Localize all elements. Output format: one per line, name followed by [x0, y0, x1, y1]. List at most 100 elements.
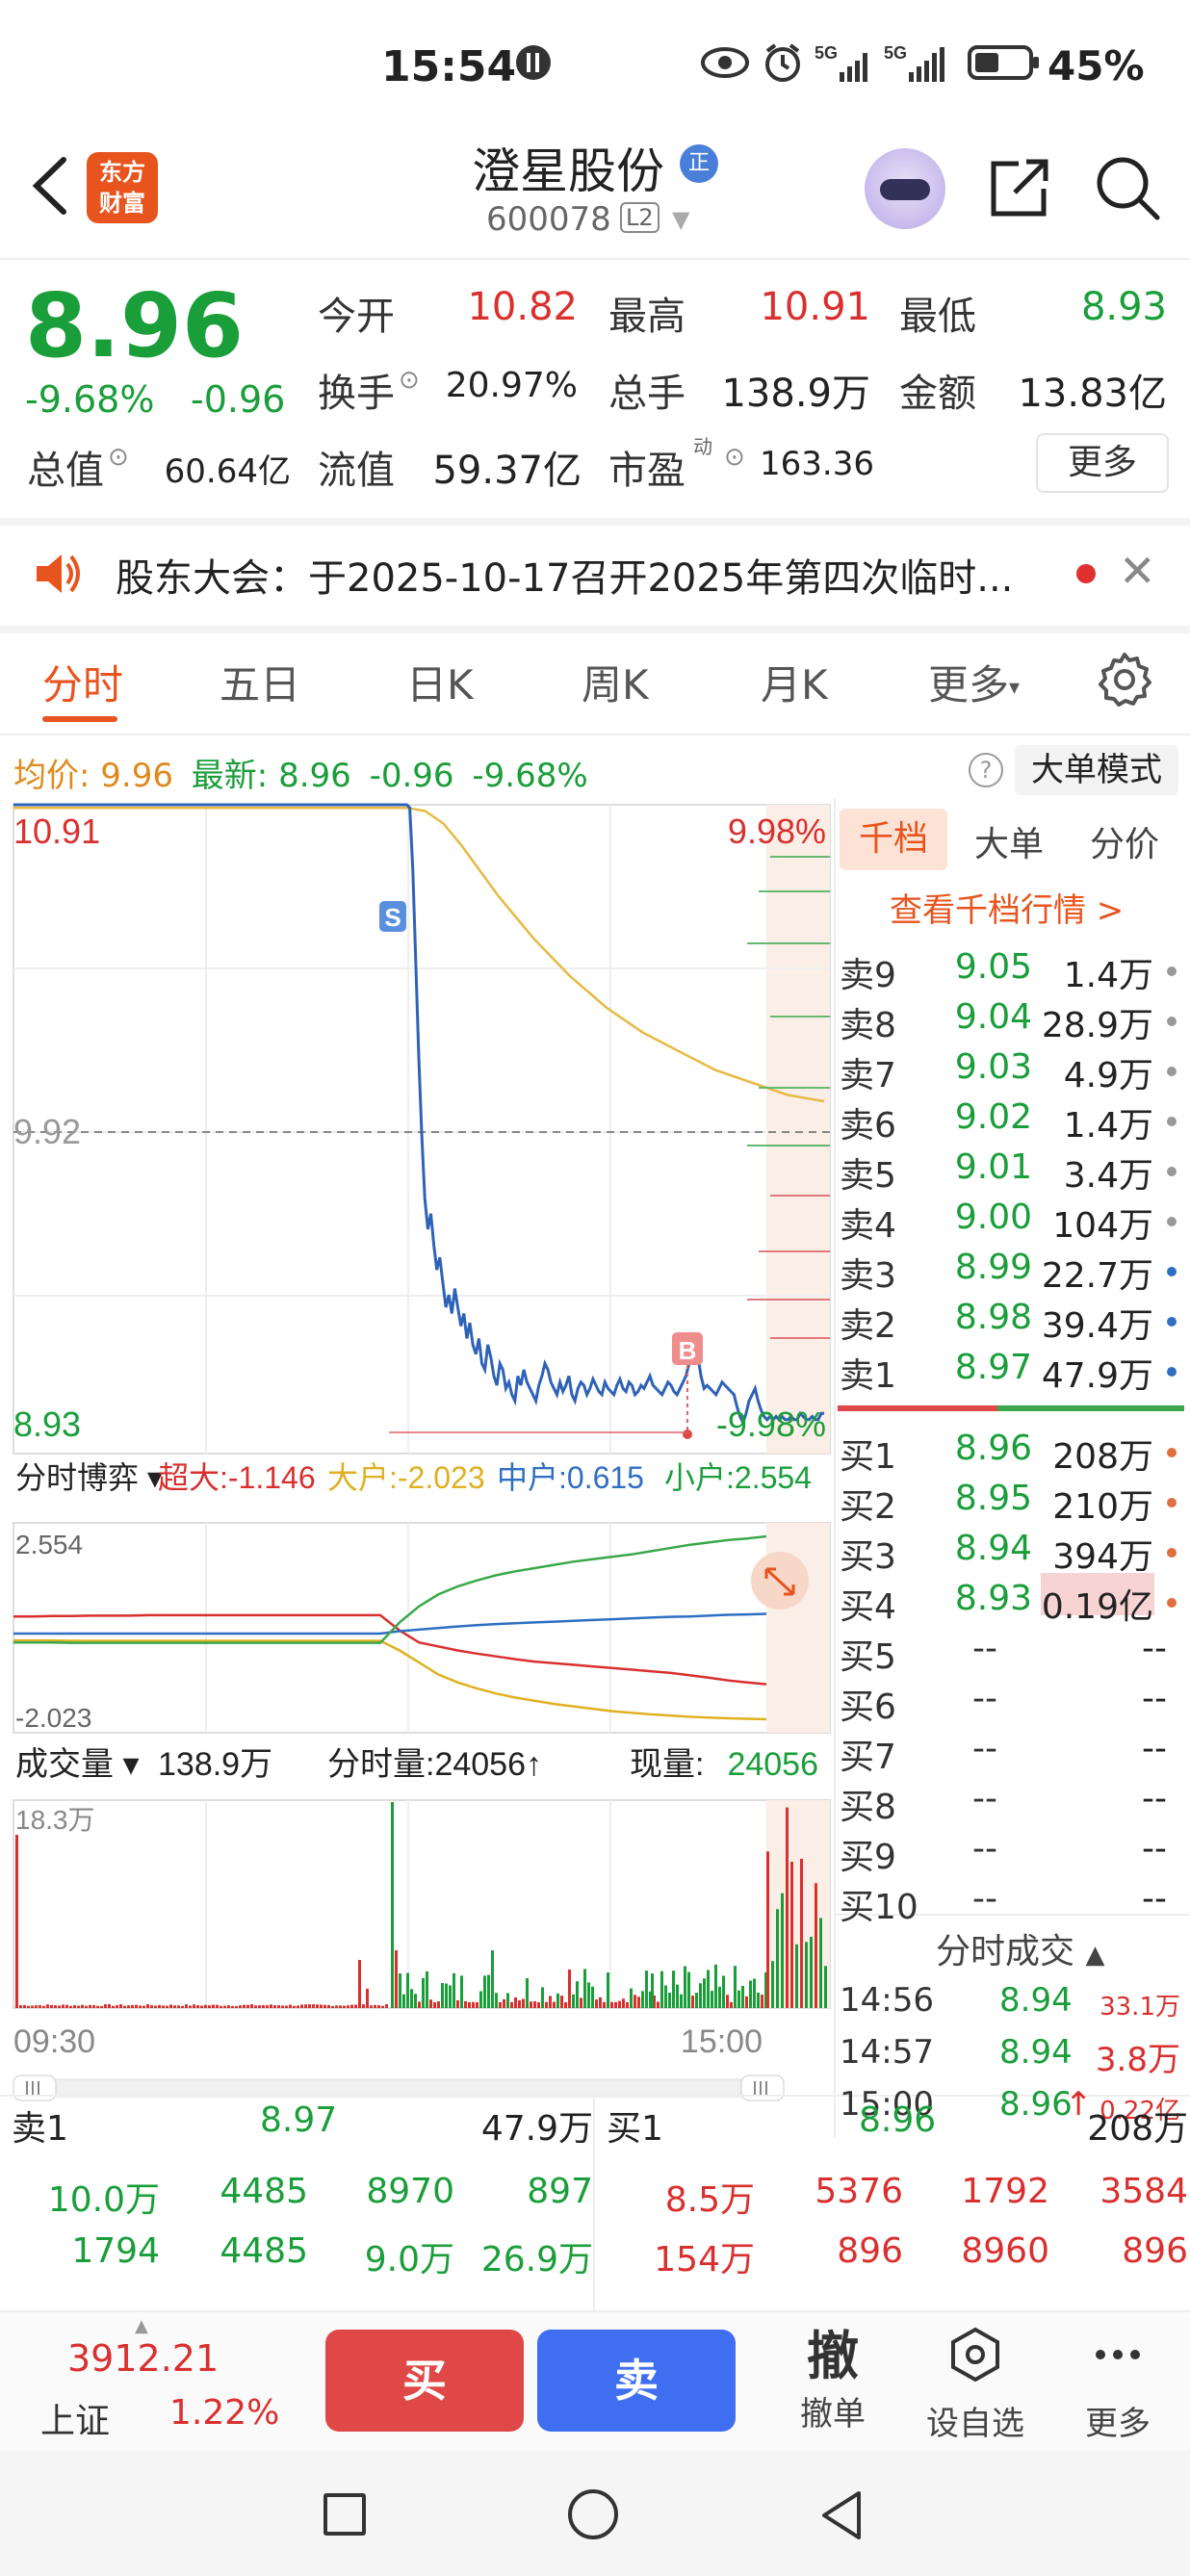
ask-row[interactable]: 卖1 8.97 47.9万 — [838, 1348, 1190, 1398]
watchlist-label: 设自选 — [926, 2405, 1024, 2443]
share-icon[interactable] — [986, 154, 1053, 221]
help-icon[interactable]: ? — [969, 753, 1003, 787]
level-label: 买4 — [840, 1587, 896, 1627]
back-icon[interactable] — [27, 152, 75, 225]
tab-big-orders[interactable]: 大单 — [974, 816, 1044, 866]
logo-line-2: 财富 — [99, 190, 145, 217]
index-name[interactable]: 上证 — [40, 2393, 110, 2443]
sell-button[interactable]: 卖 — [537, 2330, 736, 2432]
hexagon-icon — [922, 2326, 1028, 2397]
right-table-head[interactable]: 买1 8.96 208万 — [607, 2100, 1188, 2154]
index-value[interactable]: 3912.21 — [67, 2337, 219, 2380]
cancel-order-button[interactable]: 撤 撤单 — [780, 2326, 886, 2434]
pe-dynamic-sup: 动 — [693, 435, 712, 458]
ask-row[interactable]: 卖6 9.02 1.4万 — [838, 1097, 1190, 1147]
more-menu-button[interactable]: 更多 — [1065, 2326, 1171, 2444]
bid-row[interactable]: 买10 -- -- — [838, 1879, 1190, 1929]
index-percent[interactable]: 1.22% — [169, 2393, 279, 2433]
left-table-head[interactable]: 卖1 8.97 47.9万 — [12, 2100, 593, 2154]
divider — [834, 799, 836, 2137]
home-icon[interactable] — [568, 2489, 618, 2539]
quote-value: 13.83亿 — [1018, 372, 1167, 416]
app-logo[interactable]: 东方 财富 — [87, 152, 158, 223]
bid-row[interactable]: 买4 8.93 0.19亿 — [838, 1579, 1190, 1629]
quote-label: 总值 — [27, 449, 104, 493]
tab-more[interactable]: 更多▾ — [928, 653, 1020, 711]
notice-text[interactable]: 股东大会：于2025-10-17召开2025年第四次临时... — [116, 547, 1013, 603]
level-dot — [1167, 1217, 1177, 1226]
ask-row[interactable]: 卖4 9.00 104万 — [838, 1198, 1190, 1248]
gear-icon[interactable] — [1096, 651, 1153, 708]
view-thousand-levels-link[interactable]: 查看千档行情 > — [890, 884, 1124, 931]
level-dot — [1167, 1067, 1177, 1076]
ticks-title[interactable]: 分时成交 ▲ — [936, 1923, 1104, 1973]
tab-daily-k[interactable]: 日K — [406, 653, 474, 711]
tab-monthly-k[interactable]: 月K — [761, 653, 828, 711]
bid-row[interactable]: 买6 -- -- — [838, 1679, 1190, 1729]
close-icon[interactable]: ✕ — [1119, 545, 1156, 597]
table-cell: 8.5万 — [664, 2180, 755, 2220]
tab-underline — [42, 716, 117, 722]
ask-row[interactable]: 卖3 8.99 22.7万 — [838, 1248, 1190, 1298]
left-table-row: 1794 4485 9.0万 26.9万 — [12, 2231, 593, 2285]
right-table-row: 154万 896 8960 896 — [607, 2231, 1188, 2285]
table-cell: 26.9万 — [480, 2240, 593, 2280]
stock-name[interactable]: 澄星股份 — [472, 133, 664, 202]
flow-legend-item: 中户:0.615 — [497, 1460, 644, 1495]
table-cell: 4485 — [220, 2231, 308, 2271]
info-circle-icon[interactable]: ⊙ — [399, 366, 420, 395]
level-volume: -- — [1142, 1829, 1167, 1868]
level-volume: 394万 — [1052, 1537, 1153, 1577]
quote-value: 10.91 — [760, 285, 870, 329]
caret-down-icon[interactable]: ▼ — [672, 206, 689, 233]
bid-row[interactable]: 买5 -- -- — [838, 1629, 1190, 1679]
ask-row[interactable]: 卖8 9.04 28.9万 — [838, 997, 1190, 1047]
table-cell: 1792 — [961, 2172, 1049, 2211]
pct-high-label: 9.98% — [728, 811, 826, 851]
bid-row[interactable]: 买9 -- -- — [838, 1829, 1190, 1879]
search-icon[interactable] — [1094, 154, 1161, 221]
tab-intraday[interactable]: 分时 — [42, 653, 123, 711]
level-label: 卖1 — [840, 1356, 896, 1396]
info-circle-icon[interactable]: ⊙ — [108, 443, 129, 472]
level-label: 买5 — [840, 1637, 896, 1677]
quote-label: 总手 — [608, 372, 686, 416]
bid-row[interactable]: 买7 -- -- — [838, 1729, 1190, 1779]
add-watchlist-button[interactable]: 设自选 — [922, 2326, 1028, 2444]
intraday-chart[interactable]: 10.91 9.98% 9.92 8.93 -9.98% S B 分时博弈 ▾超大:-1.14… — [0, 799, 834, 2137]
ask-row[interactable]: 卖2 8.98 39.4万 — [838, 1298, 1190, 1348]
latest-label: 最新: — [191, 757, 269, 795]
level-label: 卖3 — [840, 1256, 896, 1296]
ai-assistant-icon[interactable] — [865, 148, 945, 229]
ask-strength-bar — [838, 1405, 997, 1411]
info-circle-icon[interactable]: ⊙ — [724, 443, 745, 472]
bid-row[interactable]: 买8 -- -- — [838, 1779, 1190, 1829]
tab-thousand-levels[interactable]: 千档 — [840, 809, 947, 870]
stock-badge: 正 — [680, 144, 718, 183]
level-dot — [1167, 1598, 1177, 1608]
tab-price-distribution[interactable]: 分价 — [1090, 816, 1159, 866]
quote-label: 今开 — [318, 295, 395, 339]
bid-row[interactable]: 买3 8.94 394万 — [838, 1529, 1190, 1579]
tab-five-day[interactable]: 五日 — [220, 653, 300, 711]
volume-minute: 分时量:24056↑ — [327, 1746, 542, 1783]
bid-row[interactable]: 买1 8.96 208万 — [838, 1429, 1190, 1479]
level-price: 9.03 — [954, 1047, 1032, 1087]
ask-row[interactable]: 卖9 9.05 1.4万 — [838, 947, 1190, 997]
ask-row[interactable]: 卖5 9.01 3.4万 — [838, 1147, 1190, 1198]
back-nav-icon[interactable] — [818, 2489, 865, 2545]
stock-code[interactable]: 600078 — [486, 200, 611, 239]
table-head-price: 8.96 — [859, 2100, 937, 2140]
flow-max-label: 2.554 — [15, 1530, 83, 1559]
buy-button[interactable]: 买 — [325, 2330, 524, 2432]
table-head-volume: 47.9万 — [480, 2109, 593, 2149]
level-volume: -- — [1142, 1779, 1167, 1818]
big-order-mode-button[interactable]: 大单模式 — [1015, 745, 1178, 795]
cancel-label: 撤单 — [800, 2395, 866, 2434]
level-price: 8.96 — [954, 1429, 1032, 1468]
recents-icon[interactable] — [323, 2493, 366, 2536]
bid-row[interactable]: 买2 8.95 210万 — [838, 1479, 1190, 1529]
tab-weekly-k[interactable]: 周K — [582, 653, 649, 711]
ask-row[interactable]: 卖7 9.03 4.9万 — [838, 1047, 1190, 1097]
more-button[interactable]: 更多 — [1036, 433, 1169, 493]
